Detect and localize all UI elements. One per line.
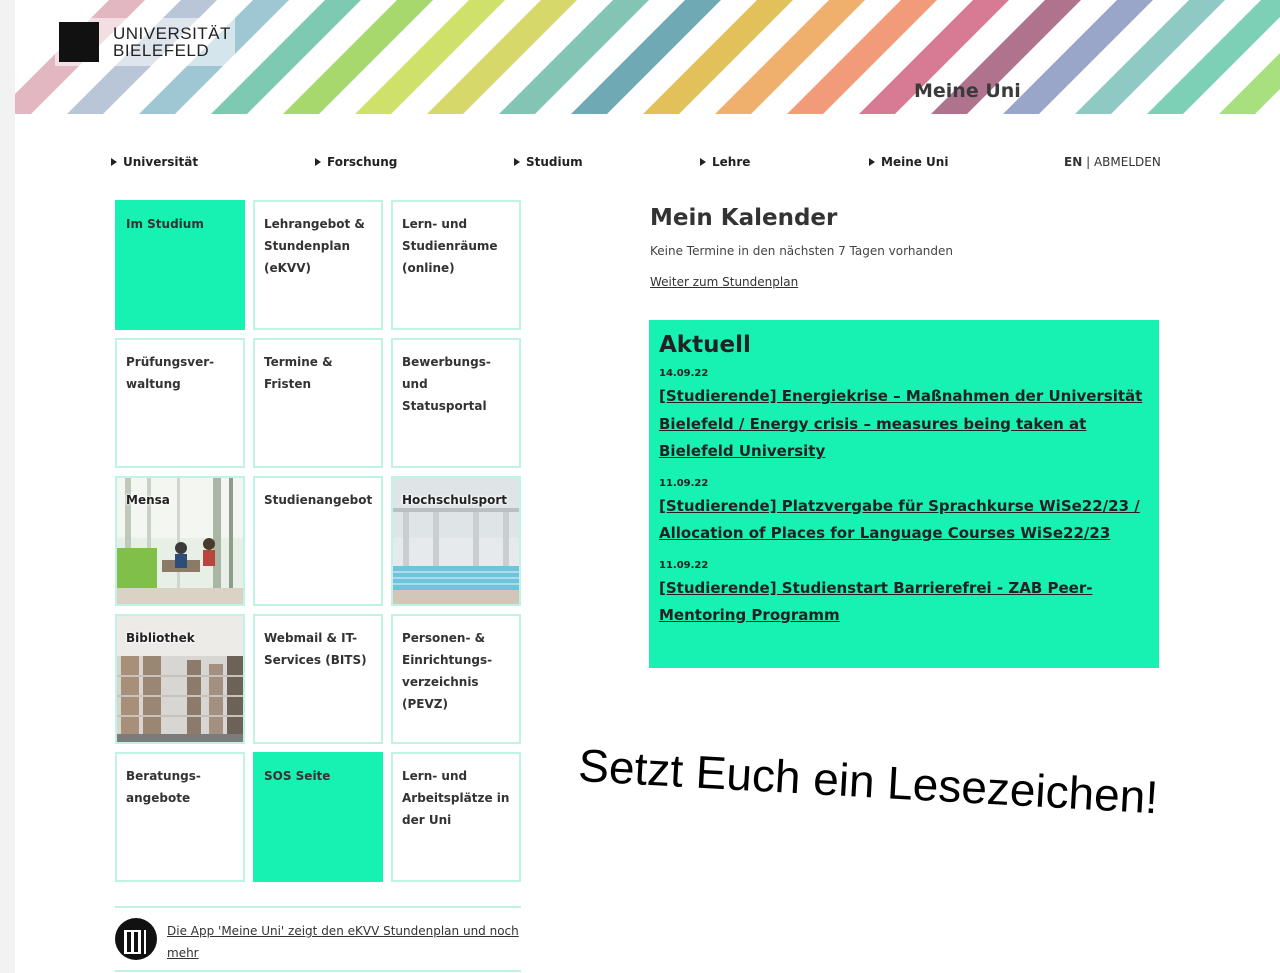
nav-label: Forschung: [327, 155, 398, 169]
nav-label: Universität: [123, 155, 199, 169]
tile-label: Studienangebot: [264, 493, 373, 507]
app-promo: Die App 'Meine Uni' zeigt den eKVV Stund…: [115, 906, 521, 972]
news-link[interactable]: [Studierende] Energiekrise – Maßnahmen d…: [659, 383, 1149, 466]
nav-item-universitaet[interactable]: Universität: [111, 155, 198, 169]
tile-webmail-bits[interactable]: Webmail & IT- Services (BITS): [253, 614, 383, 744]
university-logo[interactable]: UNIVERSITÄT BIELEFELD: [59, 22, 231, 62]
nav-item-studium[interactable]: Studium: [514, 155, 583, 169]
app-promo-link[interactable]: Die App 'Meine Uni' zeigt den eKVV Stund…: [167, 920, 521, 964]
tile-label: Hochschulsport: [402, 493, 508, 507]
banner-stripe: [643, 0, 793, 114]
tile-label: Mensa: [126, 493, 170, 507]
news-link[interactable]: [Studierende] Platzvergabe für Sprachkur…: [659, 493, 1149, 548]
language-logout: EN | ABMELDEN: [1064, 155, 1161, 169]
nav-label: Meine Uni: [881, 155, 949, 169]
tile-studienangebot[interactable]: Studienangebot: [253, 476, 383, 606]
lang-en-link[interactable]: EN: [1064, 155, 1082, 169]
nav-label: Studium: [526, 155, 583, 169]
tile-lern-arbeitsplaetze[interactable]: Lern- und Arbeitsplätze in der Uni: [391, 752, 521, 882]
tile-mensa[interactable]: Mensa: [115, 476, 245, 606]
banner-stripe: [427, 0, 577, 114]
tile-hochschulsport[interactable]: Hochschulsport: [391, 476, 521, 606]
tile-label: Lern- und Arbeitsplätze in der Uni: [402, 769, 510, 827]
tile-label: Webmail & IT- Services (BITS): [264, 631, 367, 667]
banner-stripe: [571, 0, 721, 114]
tile-label: Termine & Fristen: [264, 355, 333, 391]
tile-label: Bewerbungs- und Statusportal: [402, 355, 491, 413]
main-nav: Universität Forschung Studium Lehre Mein…: [15, 155, 1280, 175]
university-name: UNIVERSITÄT BIELEFELD: [113, 25, 231, 59]
news-link[interactable]: [Studierende] Studienstart Barrierefrei …: [659, 575, 1149, 630]
nav-item-lehre[interactable]: Lehre: [700, 155, 750, 169]
calendar-timetable-link[interactable]: Weiter zum Stundenplan: [650, 275, 798, 289]
tile-pruefungsverwaltung[interactable]: Prüfungsver- waltung: [115, 338, 245, 468]
tile-termine-fristen[interactable]: Termine & Fristen: [253, 338, 383, 468]
triangle-right-icon: [315, 158, 321, 166]
app-phone-icon: [115, 918, 157, 960]
news-item: 11.09.22 [Studierende] Platzvergabe für …: [659, 478, 1149, 548]
tile-lehrangebot[interactable]: Lehrangebot & Stundenplan (eKVV): [253, 200, 383, 330]
tile-bewerbungsportal[interactable]: Bewerbungs- und Statusportal: [391, 338, 521, 468]
triangle-right-icon: [111, 158, 117, 166]
tile-label: Lern- und Studienräume (online): [402, 217, 498, 275]
tile-pevz[interactable]: Personen- & Einrichtungs- verzeichnis (P…: [391, 614, 521, 744]
logo-square-icon: [59, 22, 99, 62]
tile-beratungsangebote[interactable]: Beratungs- angebote: [115, 752, 245, 882]
nav-item-meine-uni[interactable]: Meine Uni: [869, 155, 948, 169]
news-date: 11.09.22: [659, 559, 709, 571]
tile-im-studium[interactable]: Im Studium: [115, 200, 245, 330]
banner-stripe: [1003, 0, 1153, 114]
news-item: 14.09.22 [Studierende] Energiekrise – Ma…: [659, 368, 1149, 466]
nav-label: Lehre: [712, 155, 751, 169]
banner-title: Meine Uni: [914, 80, 1021, 102]
separator: |: [1086, 155, 1091, 169]
tile-label: Prüfungsver- waltung: [126, 355, 215, 391]
tile-label: Bibliothek: [126, 631, 195, 645]
tile-label: Personen- & Einrichtungs- verzeichnis (P…: [402, 631, 493, 711]
tile-lernraeume-online[interactable]: Lern- und Studienräume (online): [391, 200, 521, 330]
news-item: 11.09.22 [Studierende] Studienstart Barr…: [659, 560, 1149, 630]
tile-label: Lehrangebot & Stundenplan (eKVV): [264, 217, 365, 275]
news-date: 14.09.22: [659, 368, 709, 379]
tile-label: SOS Seite: [264, 769, 331, 783]
logout-link[interactable]: ABMELDEN: [1094, 155, 1161, 169]
nav-item-forschung[interactable]: Forschung: [315, 155, 397, 169]
banner-stripe: [355, 0, 505, 114]
triangle-right-icon: [514, 158, 520, 166]
banner-stripe: [1075, 0, 1225, 114]
calendar-empty-text: Keine Termine in den nächsten 7 Tagen vo…: [650, 244, 954, 258]
tile-label: Beratungs- angebote: [126, 769, 201, 805]
calendar-title: Mein Kalender: [650, 205, 838, 231]
banner-stripe: [715, 0, 865, 114]
triangle-right-icon: [700, 158, 706, 166]
tile-sos-seite[interactable]: SOS Seite: [253, 752, 383, 882]
university-name-line1: UNIVERSITÄT: [113, 24, 231, 43]
tile-bibliothek[interactable]: Bibliothek: [115, 614, 245, 744]
tile-label: Im Studium: [126, 217, 204, 231]
banner-stripe: [283, 0, 433, 114]
triangle-right-icon: [869, 158, 875, 166]
page: UNIVERSITÄT BIELEFELD Meine Uni Universi…: [15, 0, 1280, 973]
header-banner: UNIVERSITÄT BIELEFELD Meine Uni: [15, 0, 1280, 114]
university-name-line2: BIELEFELD: [113, 41, 210, 60]
banner-stripe: [499, 0, 649, 114]
news-box: Aktuell 14.09.22 [Studierende] Energiekr…: [649, 320, 1159, 668]
news-title: Aktuell: [659, 332, 751, 358]
news-date: 11.09.22: [659, 477, 709, 489]
